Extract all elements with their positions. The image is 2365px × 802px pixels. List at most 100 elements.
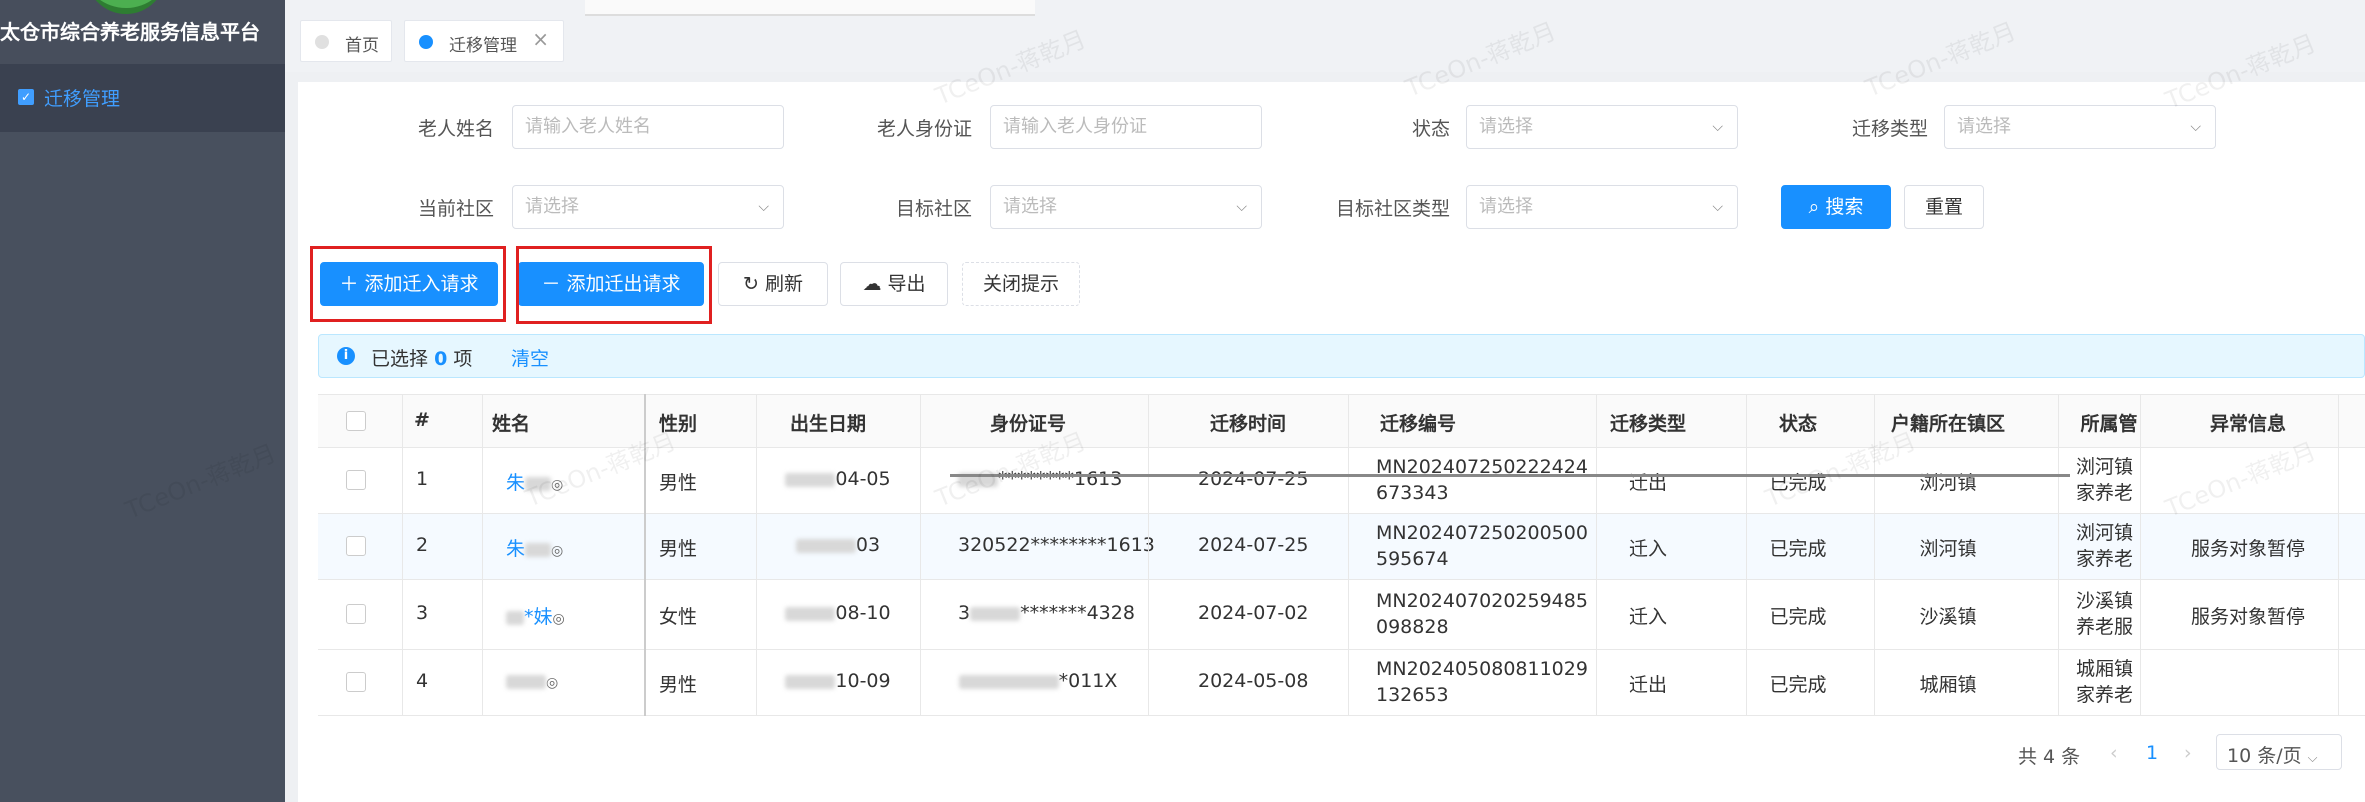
sidebar-item-migration[interactable]: ✓ 迁移管理	[0, 64, 285, 132]
org-line: 浏河镇	[2076, 456, 2134, 478]
cell-index: 1	[415, 468, 429, 490]
elder-id-input[interactable]: 请输入老人身份证	[990, 105, 1262, 149]
refresh-button[interactable]: ↻ 刷新	[718, 262, 828, 306]
masked-text	[795, 538, 856, 553]
chevron-down-icon: ⌵	[2190, 119, 2201, 135]
eye-off-icon[interactable]: ◎	[553, 611, 565, 627]
elder-name-input[interactable]: 请输入老人姓名	[512, 105, 784, 149]
cell-status: 已完成	[1769, 538, 1827, 560]
target-community-select[interactable]: 请选择 ⌵	[990, 185, 1262, 229]
masked-text	[785, 472, 836, 487]
cell-status: 已完成	[1769, 674, 1827, 696]
close-tip-button[interactable]: 关闭提示	[962, 262, 1080, 306]
tab-label: 迁移管理	[449, 36, 517, 56]
cell-index: 4	[415, 670, 429, 692]
name-part: *妹	[524, 606, 553, 628]
next-page-icon[interactable]: ›	[2184, 742, 2192, 764]
select-all-checkbox[interactable]	[346, 411, 366, 431]
cell-name[interactable]: 朱 ◎	[506, 534, 563, 561]
col-org: 所属管	[2080, 413, 2138, 435]
cell-id: ********1613	[958, 468, 1122, 490]
column-divider	[482, 394, 483, 716]
col-town: 户籍所在镇区	[1890, 413, 2005, 435]
target-community-placeholder: 请选择	[1003, 196, 1057, 217]
selection-text: 已选择 0 项	[371, 344, 472, 371]
target-community-type-select[interactable]: 请选择 ⌵	[1466, 185, 1738, 229]
status-select[interactable]: 请选择 ⌵	[1466, 105, 1738, 149]
target-community-label: 目标社区	[895, 198, 972, 220]
cell-name[interactable]: ◎	[506, 670, 558, 692]
reset-button[interactable]: 重置	[1904, 185, 1984, 229]
id-part: 3	[958, 602, 971, 624]
col-type: 迁移类型	[1609, 413, 1686, 435]
eye-off-icon[interactable]: ◎	[551, 543, 563, 559]
cell-birth: 10-09	[778, 670, 898, 692]
org-line: 家养老	[2076, 482, 2134, 504]
row-checkbox[interactable]	[346, 470, 366, 490]
cell-name[interactable]: *妹◎	[506, 602, 565, 629]
sidebar-item-label: 迁移管理	[44, 88, 121, 110]
cell-type: 迁出	[1628, 674, 1667, 696]
id-part: ********1613	[1030, 534, 1155, 556]
page-size-value: 10 条/页	[2227, 745, 2302, 767]
eye-off-icon[interactable]: ◎	[546, 675, 558, 691]
highlight-box	[310, 246, 506, 322]
tab-dot-icon	[315, 35, 329, 49]
col-gender: 性别	[658, 413, 697, 435]
current-community-select[interactable]: 请选择 ⌵	[512, 185, 784, 229]
cell-gender: 男性	[658, 472, 697, 494]
masked-text	[785, 606, 836, 621]
org-line: 浏河镇	[2076, 522, 2134, 544]
page-number[interactable]: 1	[2146, 742, 2158, 764]
cell-name[interactable]: 朱 ◎	[506, 468, 563, 495]
sidebar: 太仓市综合养老服务信息平台 ✓ 迁移管理	[0, 0, 285, 802]
chevron-down-icon: ⌵	[758, 199, 769, 215]
chevron-down-icon: ⌵	[1712, 119, 1723, 135]
cell-code: MN202407250222424 673343	[1376, 454, 1588, 506]
current-community-label: 当前社区	[417, 198, 494, 220]
cell-id: *011X	[958, 670, 1118, 692]
col-exception: 异常信息	[2209, 413, 2286, 435]
highlight-box	[516, 246, 712, 324]
row-checkbox[interactable]	[346, 672, 366, 692]
cell-time: 2024-05-08	[1198, 670, 1309, 692]
tab-home[interactable]: 首页	[300, 20, 392, 62]
migration-type-label: 迁移类型	[1851, 118, 1928, 140]
close-icon[interactable]: ×	[532, 27, 549, 51]
logo-icon	[86, 0, 166, 14]
status-label: 状态	[1411, 118, 1450, 140]
name-part: 朱	[506, 538, 526, 560]
tab-migration[interactable]: 迁移管理 ×	[404, 20, 564, 62]
org-line: 家养老	[2076, 684, 2134, 706]
migration-type-select[interactable]: 请选择 ⌵	[1944, 105, 2216, 149]
prev-page-icon[interactable]: ‹	[2110, 742, 2118, 764]
export-button[interactable]: ☁ 导出	[840, 262, 948, 306]
search-button[interactable]: ⌕ 搜索	[1781, 185, 1891, 229]
chevron-down-icon: ⌵	[2307, 751, 2318, 766]
cell-town: 沙溪镇	[1919, 606, 1977, 628]
clear-selection-link[interactable]: 清空	[511, 344, 549, 371]
export-label: 导出	[887, 273, 926, 295]
search-button-label: 搜索	[1825, 196, 1864, 218]
row-checkbox[interactable]	[346, 604, 366, 624]
code-line: 673343	[1376, 482, 1449, 504]
top-strip	[585, 0, 1035, 16]
eye-off-icon[interactable]: ◎	[551, 477, 563, 493]
cell-org: 沙溪镇 养老服	[2076, 588, 2136, 640]
horizontal-scrollbar[interactable]	[950, 474, 2070, 477]
info-icon: i	[337, 347, 355, 365]
elder-name-label: 老人姓名	[417, 118, 494, 140]
org-line: 家养老	[2076, 548, 2134, 570]
col-status: 状态	[1778, 413, 1817, 435]
col-code: 迁移编号	[1379, 413, 1456, 435]
refresh-label: 刷新	[764, 273, 803, 295]
cell-org: 城厢镇 家养老	[2076, 656, 2136, 708]
column-divider	[1874, 394, 1875, 716]
cell-index: 2	[415, 534, 429, 556]
page-size-select[interactable]: 10 条/页 ⌵	[2216, 734, 2342, 770]
migration-table: # 姓名 性别 出生日期 身份证号 迁移时间 迁移编号 迁移类型 状态 户籍所在…	[318, 394, 2365, 794]
column-divider	[1596, 394, 1597, 716]
row-checkbox[interactable]	[346, 536, 366, 556]
cell-type: 迁出	[1628, 472, 1667, 494]
current-community-placeholder: 请选择	[525, 196, 579, 217]
